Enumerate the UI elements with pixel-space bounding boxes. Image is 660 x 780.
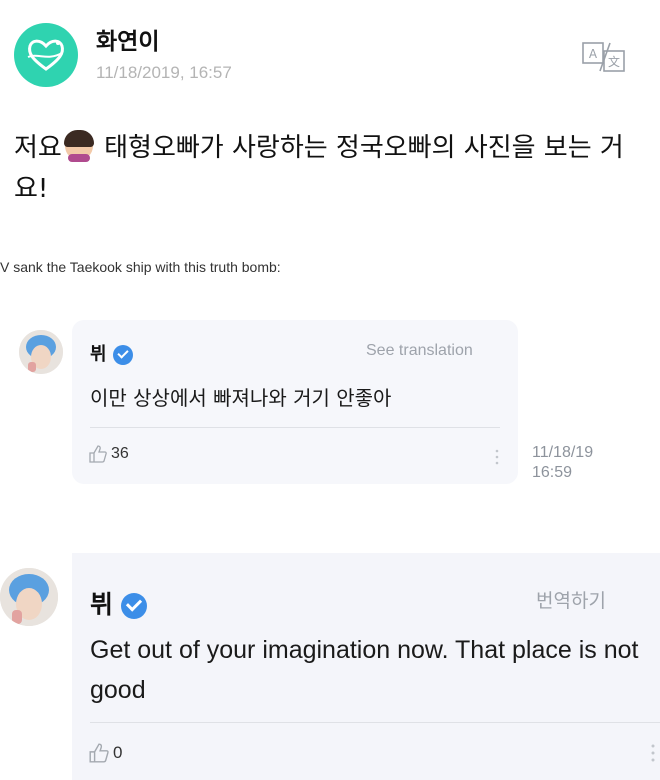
comment1-text: 이만 상상에서 빠져나와 거기 안좋아 <box>90 386 392 410</box>
translate-icon[interactable]: A 文 <box>580 40 628 74</box>
comment1-time: 11/18/19 16:59 <box>532 443 593 483</box>
v-profile-icon <box>0 568 58 626</box>
comment2-author[interactable]: 뷔 <box>90 590 113 619</box>
comment1-like-count: 36 <box>111 445 129 462</box>
comment2-more-icon[interactable] <box>650 742 656 768</box>
comment2-divider <box>90 722 660 723</box>
svg-text:A: A <box>589 47 598 61</box>
comment1-see-translation[interactable]: See translation <box>366 342 473 360</box>
comment1-more-icon[interactable] <box>494 448 500 470</box>
comment1-avatar[interactable] <box>19 330 63 374</box>
comment1-date: 11/18/19 <box>532 444 594 461</box>
comment1-author[interactable]: 뷔 <box>90 344 107 365</box>
post-text-part2: 태형오빠가 사랑하는 정국오빠의 사진을 보는 거요! <box>14 133 624 204</box>
comment2-text: Get out of your imagination now. That pl… <box>90 636 639 704</box>
comment2-translate[interactable]: 번역하기 <box>536 586 606 613</box>
raising-hand-emoji-icon <box>63 130 94 162</box>
article-caption: V sank the Taekook ship with this truth … <box>0 259 281 275</box>
post-body: 저요 태형오빠가 사랑하는 정국오빠의 사진을 보는 거요! <box>14 128 644 210</box>
comment1-clock: 16:59 <box>532 464 573 481</box>
comment1-header: 뷔 <box>90 340 133 366</box>
comment1-divider <box>90 427 500 428</box>
post-text-part1: 저요 <box>14 133 62 163</box>
v-profile-icon <box>19 330 63 374</box>
svg-text:文: 文 <box>608 54 620 69</box>
comment2-like-button[interactable]: 0 <box>88 742 122 764</box>
heart-logo-icon <box>27 39 64 71</box>
comment1-like-button[interactable]: 36 <box>88 444 129 464</box>
comment2-avatar[interactable] <box>0 568 58 626</box>
comment2-header: 뷔 <box>90 585 148 621</box>
comment2-like-count: 0 <box>113 743 123 762</box>
post-timestamp: 11/18/2019, 16:57 <box>96 63 232 82</box>
post-username[interactable]: 화연이 <box>96 22 159 56</box>
thumbs-up-icon <box>89 743 109 763</box>
verified-badge-icon <box>112 345 133 365</box>
post-avatar[interactable] <box>14 23 78 87</box>
verified-badge-icon <box>121 593 148 619</box>
thumbs-up-icon <box>89 445 107 463</box>
